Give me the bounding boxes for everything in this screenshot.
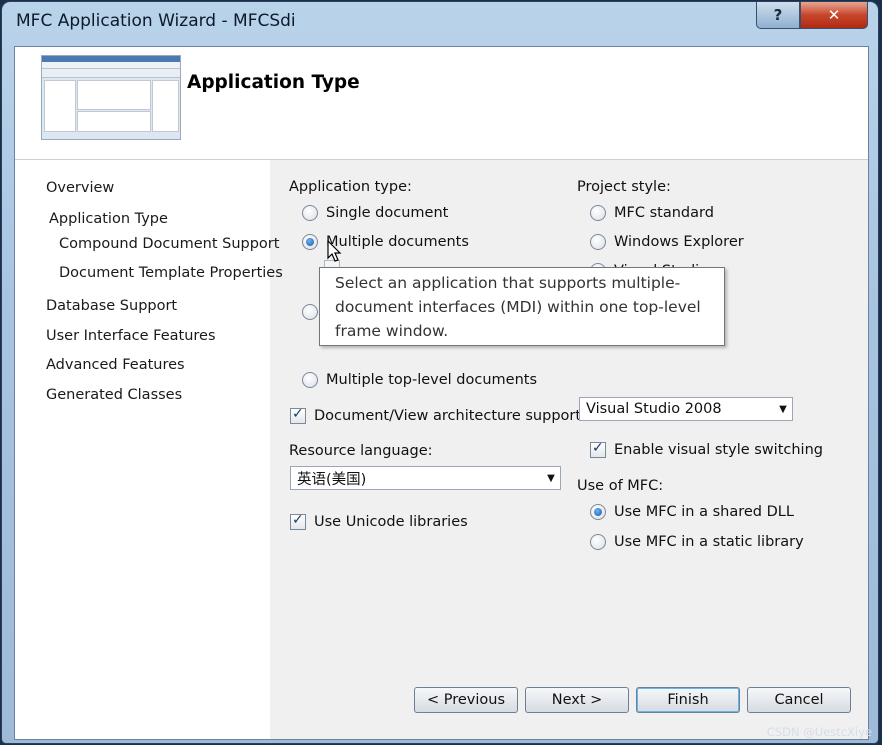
resource-language-label: Resource language: — [289, 443, 433, 459]
tooltip: Select an application that supports mult… — [319, 267, 725, 346]
dropdown-arrow-icon: ▼ — [779, 403, 787, 415]
radio-windows-explorer[interactable]: Windows Explorer — [590, 234, 744, 250]
radio-mfc-static-library[interactable]: Use MFC in a static library — [590, 534, 804, 550]
radio-icon — [302, 205, 318, 221]
wizard-content: Application type: Single document Multip… — [273, 160, 868, 665]
use-of-mfc-label: Use of MFC: — [577, 478, 664, 494]
checkbox-checked-icon — [290, 406, 306, 424]
radio-mfc-standard[interactable]: MFC standard — [590, 205, 714, 221]
project-style-label: Project style: — [577, 179, 671, 195]
radio-icon — [302, 372, 318, 388]
cancel-button[interactable]: Cancel — [747, 687, 851, 713]
nav-user-interface-features[interactable]: User Interface Features — [46, 328, 216, 344]
finish-button[interactable]: Finish — [636, 687, 740, 713]
dropdown-arrow-icon: ▼ — [547, 472, 555, 484]
nav-advanced-features[interactable]: Advanced Features — [46, 357, 185, 373]
radio-icon — [302, 304, 318, 320]
nav-application-type[interactable]: Application Type — [49, 211, 168, 227]
nav-document-template-properties[interactable]: Document Template Properties — [59, 265, 283, 281]
resource-language-dropdown[interactable]: 英语(美国) ▼ — [290, 466, 561, 490]
checkbox-checked-icon — [590, 440, 606, 458]
radio-multiple-top-level-documents[interactable]: Multiple top-level documents — [302, 372, 537, 388]
visual-style-dropdown[interactable]: Visual Studio 2008 ▼ — [579, 397, 793, 421]
nav-overview[interactable]: Overview — [46, 180, 114, 196]
radio-selected-icon — [302, 234, 318, 250]
wizard-client-area: Application Type Overview Application Ty… — [14, 46, 869, 740]
nav-database-support[interactable]: Database Support — [46, 298, 177, 314]
wizard-nav: Overview Application Type Compound Docum… — [15, 160, 283, 739]
radio-single-document[interactable]: Single document — [302, 205, 448, 221]
application-type-label: Application type: — [289, 179, 412, 195]
nav-generated-classes[interactable]: Generated Classes — [46, 387, 182, 403]
wizard-window: MFC Application Wizard - MFCSdi ? ✕ Appl… — [2, 2, 878, 743]
help-button[interactable]: ? — [756, 2, 800, 29]
radio-icon — [590, 234, 606, 250]
page-title: Application Type — [187, 72, 360, 93]
application-preview-image — [41, 55, 181, 140]
previous-button[interactable]: < Previous — [414, 687, 518, 713]
titlebar-buttons: ? ✕ — [756, 2, 868, 29]
close-button[interactable]: ✕ — [800, 2, 868, 29]
checkbox-checked-icon — [290, 512, 306, 530]
watermark: CSDN @UestcXiye — [766, 725, 872, 739]
header-banner: Application Type — [15, 47, 868, 160]
radio-mfc-shared-dll[interactable]: Use MFC in a shared DLL — [590, 504, 794, 520]
docview-architecture-checkbox[interactable]: Document/View architecture support — [290, 406, 581, 424]
radio-icon — [590, 205, 606, 221]
mouse-pointer-icon — [327, 240, 342, 262]
nav-compound-document-support[interactable]: Compound Document Support — [59, 236, 279, 252]
unicode-libraries-checkbox[interactable]: Use Unicode libraries — [290, 512, 468, 530]
window-title: MFC Application Wizard - MFCSdi — [16, 11, 296, 31]
radio-icon — [590, 534, 606, 550]
visual-style-switching-checkbox[interactable]: Enable visual style switching — [590, 440, 823, 458]
next-button[interactable]: Next > — [525, 687, 629, 713]
radio-selected-icon — [590, 504, 606, 520]
